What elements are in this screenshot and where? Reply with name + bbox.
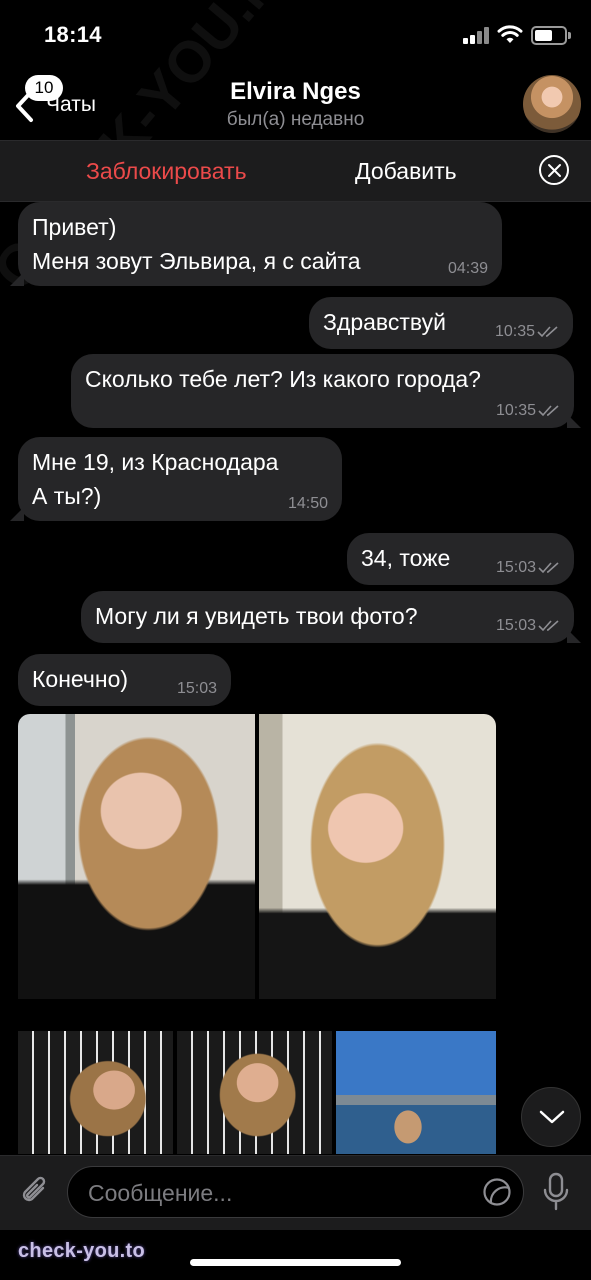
message-incoming[interactable]: Привет) Меня зовут Эльвира, я с сайта 04…: [18, 202, 502, 286]
photo-selfie-2[interactable]: [259, 714, 496, 999]
message-outgoing[interactable]: Здравствуй 10:35: [309, 297, 573, 349]
message-text: А ты?): [32, 483, 102, 509]
message-incoming[interactable]: Мне 19, из Краснодара А ты?) 14:50: [18, 437, 342, 521]
message-text: Могу ли я увидеть твои фото?: [95, 603, 418, 629]
bubble-tail: [567, 629, 581, 643]
close-icon[interactable]: [539, 155, 569, 185]
message-input[interactable]: [88, 1177, 478, 1209]
message-text: Сколько тебе лет? Из какого города?: [85, 366, 481, 392]
bubble-tail: [10, 507, 24, 521]
wifi-icon: [497, 25, 523, 43]
message-time: 15:03: [495, 617, 536, 634]
message-time: 10:35: [494, 323, 535, 340]
attach-icon[interactable]: [18, 1174, 52, 1208]
message-time: 15:03: [495, 559, 536, 576]
bubble-tail: [10, 272, 24, 286]
chevron-down-icon: [539, 1110, 565, 1124]
home-indicator[interactable]: [190, 1259, 401, 1266]
read-checks-icon: [538, 405, 559, 416]
message-text: Привет): [32, 214, 117, 240]
read-checks-icon: [537, 326, 558, 337]
message-outgoing[interactable]: 34, тоже 15:03: [347, 533, 574, 585]
input-bar: [0, 1155, 591, 1230]
photo-selfie-4[interactable]: [177, 1031, 332, 1154]
add-contact-button[interactable]: Добавить: [355, 158, 457, 185]
read-checks-icon: [538, 620, 559, 631]
message-list[interactable]: Привет) Меня зовут Эльвира, я с сайта 04…: [0, 202, 591, 1155]
bubble-tail: [567, 414, 581, 428]
contact-name[interactable]: Elvira Nges: [0, 78, 591, 106]
photo-selfie-3[interactable]: [18, 1031, 173, 1154]
action-bar: Заблокировать Добавить: [0, 140, 591, 202]
contact-status: был(а) недавно: [226, 109, 365, 130]
photo-album[interactable]: [18, 714, 496, 1154]
battery-icon: [531, 26, 567, 45]
status-time: 18:14: [44, 22, 102, 47]
status-bar: 18:14: [0, 0, 591, 70]
message-meta: 15:03: [496, 617, 560, 635]
message-time: 15:03: [176, 680, 217, 697]
message-text: Меня зовут Эльвира, я с сайта: [32, 248, 361, 274]
message-meta: 10:35: [496, 402, 560, 420]
scroll-down-button[interactable]: [521, 1087, 581, 1147]
message-time: 14:50: [287, 495, 328, 512]
read-checks-icon: [538, 562, 559, 573]
photo-selfie-1[interactable]: [18, 714, 255, 999]
watermark: check-you.to: [18, 1240, 145, 1262]
message-meta: 15:03: [496, 559, 560, 577]
message-incoming[interactable]: Конечно) 15:03: [18, 654, 231, 706]
block-button[interactable]: Заблокировать: [86, 158, 247, 185]
message-input-field[interactable]: [67, 1166, 524, 1218]
message-outgoing[interactable]: Сколько тебе лет? Из какого города? 10:3…: [71, 354, 574, 428]
microphone-icon[interactable]: [542, 1172, 570, 1212]
message-text: Мне 19, из Краснодара: [32, 449, 279, 475]
message-time: 04:39: [447, 260, 488, 277]
message-outgoing[interactable]: Могу ли я увидеть твои фото? 15:03: [81, 591, 574, 643]
message-meta: 10:35: [495, 323, 559, 341]
battery-tip: [568, 32, 571, 39]
sticker-icon[interactable]: [482, 1177, 512, 1207]
contact-avatar[interactable]: [523, 75, 581, 133]
photo-seaside[interactable]: [336, 1031, 496, 1154]
message-time: 10:35: [495, 402, 536, 419]
signal-icon: [463, 27, 491, 44]
